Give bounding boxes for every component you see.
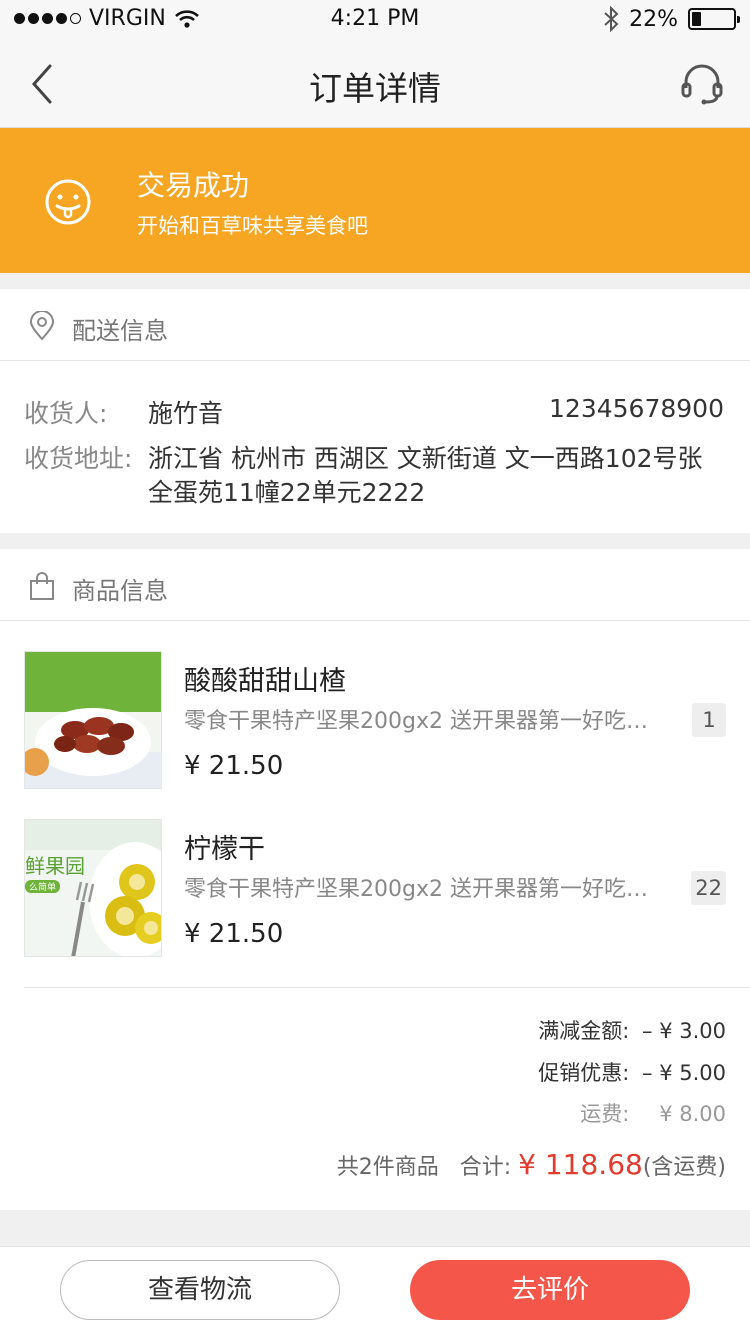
- total-amount: ¥ 118.68: [518, 1148, 643, 1181]
- bluetooth-icon: [604, 6, 619, 32]
- product-description: 零食干果特产坚果200gx2 送开果器第一好吃的坚果: [184, 877, 664, 902]
- order-status-title: 交易成功: [137, 169, 250, 202]
- product-image-kiwi: 鲜果园 么简单: [24, 819, 162, 957]
- order-status-subtitle: 开始和百草味共享美食吧: [137, 214, 368, 238]
- promo-value: – ¥ 5.00: [642, 1061, 726, 1085]
- delivery-section-title: 配送信息: [72, 317, 168, 345]
- goods-divider: [24, 987, 750, 988]
- receiver-name: 施竹音: [148, 399, 224, 428]
- product-image-caption: 鲜果园: [25, 854, 85, 878]
- location-pin-icon: [29, 311, 55, 341]
- address-line-1: 浙江省 杭州市 西湖区 文新街道 文一西路102号张: [148, 444, 703, 473]
- shipping-row: 运费: ¥ 8.00: [580, 1098, 726, 1128]
- discount-row: 满减金额: – ¥ 3.00: [538, 1015, 726, 1045]
- product-image-badge: 么简单: [25, 880, 61, 893]
- total-note: (含运费): [642, 1155, 726, 1180]
- discount-label: 满减金额:: [538, 1019, 630, 1043]
- product-price: ¥ 21.50: [184, 751, 284, 781]
- product-name: 柠檬干: [184, 834, 265, 865]
- product-name: 酸酸甜甜山楂: [184, 666, 346, 697]
- battery-icon: [688, 8, 740, 30]
- order-status-banner: 交易成功 开始和百草味共享美食吧: [0, 128, 750, 273]
- nav-bar: 订单详情: [0, 40, 750, 128]
- battery-level: [692, 12, 701, 26]
- product-image-pecan: [24, 651, 162, 789]
- product-item[interactable]: 酸酸甜甜山楂 零食干果特产坚果200gx2 送开果器第一好吃的坚果 ¥ 21.5…: [24, 651, 726, 791]
- product-item[interactable]: 鲜果园 么简单 柠檬干 零食干果特产坚果200gx2 送开果器第一好吃的坚果 ¥…: [24, 819, 726, 959]
- status-right: 22%: [603, 6, 740, 32]
- item-count: 共2件商品: [336, 1155, 439, 1180]
- goods-section-title: 商品信息: [72, 577, 168, 605]
- discount-value: – ¥ 3.00: [642, 1019, 726, 1043]
- shipping-label: 运费:: [580, 1102, 630, 1126]
- shipping-value: ¥ 8.00: [659, 1102, 726, 1126]
- status-bar: VIRGIN 4:21 PM 22%: [0, 0, 750, 40]
- product-price: ¥ 21.50: [184, 919, 284, 949]
- customer-service-icon[interactable]: [680, 62, 724, 106]
- battery-percent: 22%: [629, 6, 678, 32]
- product-quantity: 1: [692, 703, 726, 737]
- view-logistics-button[interactable]: 查看物流: [60, 1260, 340, 1320]
- receiver-phone: 12345678900: [549, 394, 724, 423]
- receiver-label: 收货人:: [24, 399, 108, 428]
- address-label: 收货地址:: [24, 444, 133, 473]
- promo-label: 促销优惠:: [538, 1061, 630, 1085]
- smiley-tongue-icon: [45, 179, 91, 225]
- goods-section-header: 商品信息: [0, 549, 750, 621]
- product-description: 零食干果特产坚果200gx2 送开果器第一好吃的坚果: [184, 709, 664, 734]
- page-title: 订单详情: [309, 69, 441, 108]
- shopping-bag-icon: [30, 572, 54, 600]
- bottom-action-bar: 查看物流 去评价: [0, 1246, 750, 1334]
- product-quantity: 22: [691, 871, 726, 905]
- address-line-2: 全蛋苑11幢22单元2222: [148, 478, 426, 507]
- total-label: 合计:: [459, 1155, 512, 1180]
- delivery-info-card: 配送信息 收货人: 施竹音 12345678900 收货地址: 浙江省 杭州市 …: [0, 289, 750, 533]
- order-total-row: 共2件商品 合计: ¥ 118.68(含运费): [337, 1148, 726, 1181]
- rate-order-button[interactable]: 去评价: [410, 1260, 690, 1320]
- delivery-section-header: 配送信息: [0, 289, 750, 361]
- promo-row: 促销优惠: – ¥ 5.00: [538, 1057, 726, 1087]
